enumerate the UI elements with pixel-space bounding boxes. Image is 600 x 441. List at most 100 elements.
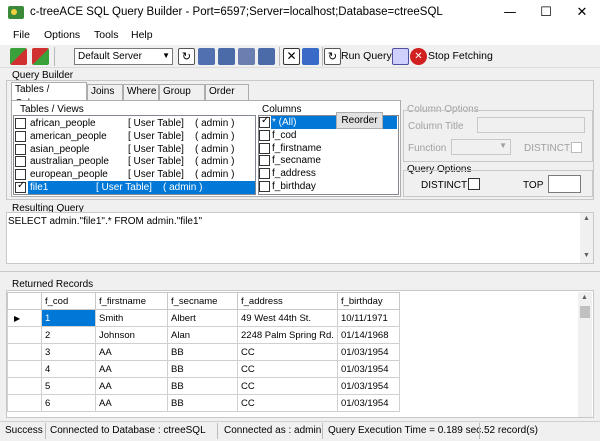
- reorder-button[interactable]: Reorder: [336, 112, 383, 129]
- row-header[interactable]: [7, 360, 42, 378]
- table-icon[interactable]: [198, 48, 215, 65]
- column-row[interactable]: f_address: [271, 167, 331, 180]
- column-checkbox[interactable]: [259, 129, 270, 141]
- tab-joins[interactable]: Joins: [87, 84, 123, 100]
- table-cell[interactable]: CC: [237, 394, 338, 412]
- column-header-f_secname[interactable]: f_secname: [167, 292, 238, 310]
- column-checkbox[interactable]: [259, 168, 270, 180]
- table-cell[interactable]: 5: [41, 377, 96, 395]
- disconnect-icon[interactable]: [32, 48, 49, 65]
- scroll-down-icon[interactable]: ▼: [583, 252, 590, 259]
- table-row-australian_people[interactable]: australian_people [ User Table] ( admin ): [28, 155, 255, 168]
- column-checkbox[interactable]: [259, 155, 270, 167]
- column-row[interactable]: f_secname: [271, 154, 331, 167]
- table-row-american_people[interactable]: american_people [ User Table] ( admin ): [28, 130, 255, 143]
- table-checkbox[interactable]: [15, 180, 26, 193]
- paste-icon[interactable]: [238, 48, 255, 65]
- table-cell[interactable]: BB: [167, 343, 238, 361]
- connect-icon[interactable]: [10, 48, 27, 65]
- minimize-button[interactable]: —: [492, 0, 528, 26]
- table-cell[interactable]: BB: [167, 377, 238, 395]
- stop-fetching-button[interactable]: Stop Fetching: [428, 50, 493, 62]
- table-cell[interactable]: Johnson: [95, 326, 168, 344]
- run-query-icon[interactable]: ↻: [324, 48, 341, 65]
- table-cell[interactable]: AA: [95, 377, 168, 395]
- tab-order-by[interactable]: Order By: [205, 84, 249, 111]
- grid-icon[interactable]: [392, 48, 409, 65]
- clear-icon[interactable]: ✕: [283, 48, 300, 65]
- table-cell[interactable]: BB: [167, 360, 238, 378]
- table-cell[interactable]: AA: [95, 394, 168, 412]
- table-row-file1[interactable]: file1 [ User Table] ( admin ): [28, 181, 255, 194]
- column-header-f_firstname[interactable]: f_firstname: [95, 292, 168, 310]
- table-row-asian_people[interactable]: asian_people [ User Table] ( admin ): [28, 143, 255, 156]
- row-header[interactable]: [7, 326, 42, 344]
- table-cell[interactable]: Smith: [95, 309, 168, 327]
- column-header-f_address[interactable]: f_address: [237, 292, 338, 310]
- splitter[interactable]: [0, 271, 600, 272]
- table-row[interactable]: ▶ 1 Smith Albert 49 West 44th St. 10/11/1971: [7, 309, 400, 327]
- table-checkbox[interactable]: [15, 143, 26, 155]
- menu-options[interactable]: Options: [44, 29, 80, 41]
- table-cell[interactable]: Alan: [167, 326, 238, 344]
- distinct-column-checkbox[interactable]: [571, 142, 582, 153]
- column-row[interactable]: f_birthday: [271, 180, 331, 193]
- table-cell[interactable]: 10/11/1971: [336, 309, 400, 327]
- table-cell[interactable]: 01/03/1954: [336, 394, 400, 412]
- table-cell[interactable]: 01/03/1954: [336, 343, 400, 361]
- export-icon[interactable]: [258, 48, 275, 65]
- table-cell[interactable]: AA: [95, 343, 168, 361]
- column-row[interactable]: f_cod: [271, 129, 331, 142]
- wizard-icon[interactable]: [302, 48, 319, 65]
- menu-help[interactable]: Help: [131, 29, 153, 41]
- table-cell[interactable]: AA: [95, 360, 168, 378]
- table-cell[interactable]: 2: [41, 326, 96, 344]
- records-scrollbar[interactable]: ▲: [578, 292, 592, 417]
- scroll-up-icon[interactable]: ▲: [581, 294, 588, 301]
- column-checkbox[interactable]: [259, 181, 270, 192]
- table-row[interactable]: 2 Johnson Alan 2248 Palm Spring Rd. 01/14/19…: [7, 326, 400, 344]
- table-cell[interactable]: 01/14/1968: [336, 326, 400, 344]
- row-header[interactable]: [7, 394, 42, 412]
- table-row[interactable]: 6 AA BB CC 01/03/1954: [7, 394, 400, 412]
- column-title-input[interactable]: [477, 117, 585, 133]
- tab-tables-columns[interactable]: Tables / Columns: [11, 82, 87, 109]
- table-row[interactable]: 4 AA BB CC 01/03/1954: [7, 360, 400, 378]
- row-header[interactable]: [7, 343, 42, 361]
- table-cell[interactable]: 01/03/1954: [336, 360, 400, 378]
- close-button[interactable]: ✕: [564, 0, 600, 26]
- stop-icon[interactable]: ✕: [410, 48, 427, 65]
- table-row[interactable]: 3 AA BB CC 01/03/1954: [7, 343, 400, 361]
- tab-group-by[interactable]: Group By: [159, 84, 205, 111]
- table-checkbox[interactable]: [15, 169, 26, 181]
- table-cell[interactable]: CC: [237, 377, 338, 395]
- table-cell[interactable]: 4: [41, 360, 96, 378]
- table-cell[interactable]: 01/03/1954: [336, 377, 400, 395]
- table-cell[interactable]: 3: [41, 343, 96, 361]
- row-header[interactable]: ▶: [7, 309, 42, 327]
- query-scrollbar[interactable]: ▲ ▼: [580, 213, 593, 263]
- scroll-up-icon[interactable]: ▲: [583, 215, 590, 222]
- menu-file[interactable]: File: [13, 29, 30, 41]
- maximize-button[interactable]: ☐: [528, 0, 564, 26]
- column-checkbox[interactable]: [259, 142, 270, 154]
- table-cell[interactable]: 6: [41, 394, 96, 412]
- table-cell[interactable]: 49 West 44th St.: [237, 309, 338, 327]
- run-query-button[interactable]: Run Query: [341, 50, 392, 62]
- table-checkbox[interactable]: [15, 156, 26, 168]
- column-checkbox[interactable]: [259, 115, 270, 128]
- table-cell[interactable]: CC: [237, 343, 338, 361]
- distinct-query-checkbox[interactable]: [468, 178, 480, 190]
- server-select[interactable]: Default Server ▼: [74, 48, 173, 65]
- function-select[interactable]: ▼: [451, 139, 511, 155]
- table-row-european_people[interactable]: european_people [ User Table] ( admin ): [28, 168, 255, 181]
- refresh-icon[interactable]: ↻: [178, 48, 195, 65]
- column-header-f_cod[interactable]: f_cod: [41, 292, 96, 310]
- copy-icon[interactable]: [218, 48, 235, 65]
- tab-where[interactable]: Where: [123, 84, 159, 100]
- table-cell[interactable]: Albert: [167, 309, 238, 327]
- column-row[interactable]: f_firstname: [271, 142, 331, 155]
- table-row[interactable]: 5 AA BB CC 01/03/1954: [7, 377, 400, 395]
- table-cell[interactable]: 1: [41, 309, 96, 327]
- table-cell[interactable]: BB: [167, 394, 238, 412]
